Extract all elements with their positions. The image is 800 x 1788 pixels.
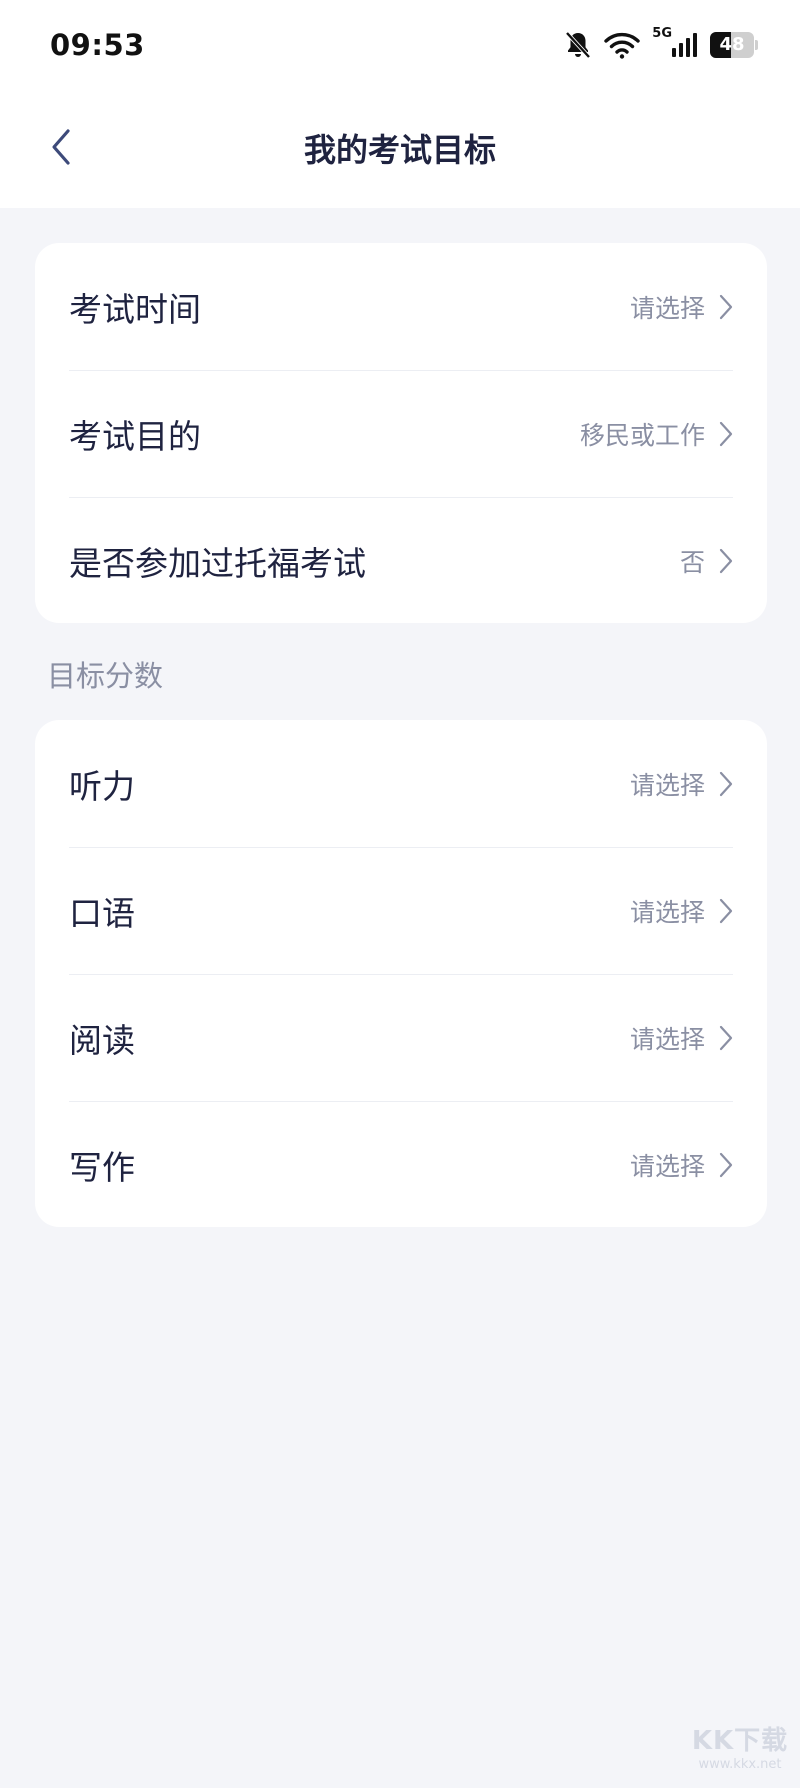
status-bar: 09:53 5G 48	[0, 0, 800, 95]
reading-value: 请选择	[629, 1025, 705, 1054]
battery-level-text: 48	[719, 34, 745, 55]
status-icons: 5G 48	[564, 26, 758, 62]
bell-off-icon	[565, 31, 591, 59]
chevron-right-icon	[719, 548, 733, 574]
page-title: 我的考试目标	[303, 131, 496, 169]
speaking-label: 口语	[69, 894, 135, 933]
listening-row[interactable]: 听力 请选择	[69, 720, 733, 847]
wifi-icon	[604, 32, 640, 59]
exam-time-row[interactable]: 考试时间 请选择	[69, 243, 733, 370]
listening-label: 听力	[69, 766, 135, 806]
writing-value: 请选择	[629, 1152, 705, 1181]
chevron-right-icon	[719, 771, 733, 796]
exam-info-card: 考试时间 请选择 考试目的 移民或工作 是否参加过托福考试 否	[35, 243, 767, 623]
reading-label: 阅读	[69, 1021, 135, 1060]
target-score-card: 听力 请选择 口语 请选择 阅读 请选择 写作 请选择	[35, 720, 767, 1227]
chevron-right-icon	[719, 898, 733, 924]
chevron-right-icon	[719, 294, 733, 319]
watermark-logo-text: KK下载	[691, 1726, 789, 1756]
battery-icon: 48	[710, 32, 758, 58]
watermark: KK下载 www.kkx.net	[690, 1720, 790, 1780]
exam-purpose-value: 移民或工作	[579, 421, 705, 450]
exam-time-value: 请选择	[629, 293, 705, 323]
toefl-taken-row[interactable]: 是否参加过托福考试 否	[69, 497, 733, 624]
chevron-right-icon	[719, 1025, 733, 1051]
speaking-value: 请选择	[629, 898, 705, 927]
chevron-right-icon	[719, 421, 733, 447]
status-time: 09:53	[50, 28, 145, 62]
toefl-taken-value: 否	[679, 548, 705, 577]
chevron-right-icon	[719, 1152, 733, 1178]
speaking-row[interactable]: 口语 请选择	[69, 847, 733, 974]
writing-label: 写作	[69, 1148, 135, 1187]
nav-bar: 我的考试目标	[0, 95, 800, 208]
writing-row[interactable]: 写作 请选择	[69, 1101, 733, 1228]
signal-icon	[672, 33, 697, 57]
watermark-url: www.kkx.net	[698, 1757, 782, 1772]
listening-value: 请选择	[629, 770, 705, 800]
target-score-section-title: 目标分数	[47, 659, 164, 693]
exam-purpose-row[interactable]: 考试目的 移民或工作	[69, 370, 733, 497]
exam-purpose-label: 考试目的	[69, 417, 201, 456]
toefl-taken-label: 是否参加过托福考试	[69, 544, 366, 583]
exam-time-label: 考试时间	[69, 289, 201, 329]
reading-row[interactable]: 阅读 请选择	[69, 974, 733, 1101]
